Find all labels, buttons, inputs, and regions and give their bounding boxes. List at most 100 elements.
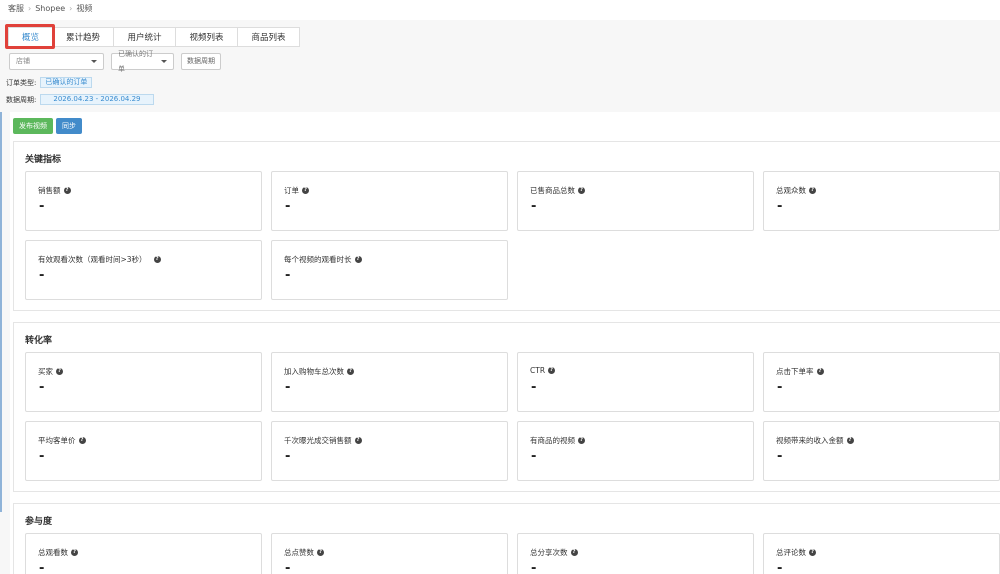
metric-label: 千次曝光成交销售额?: [284, 436, 362, 445]
period-row: 数据周期: 2026.04.23 - 2026.04.29: [6, 94, 154, 105]
metric-card: 有商品的视频? -: [517, 421, 754, 481]
metric-value: -: [777, 199, 783, 214]
help-icon[interactable]: ?: [578, 437, 585, 444]
help-icon[interactable]: ?: [317, 549, 324, 556]
help-icon[interactable]: ?: [548, 367, 556, 374]
breadcrumb-item[interactable]: 客服: [8, 4, 24, 13]
period-tag[interactable]: 2026.04.23 - 2026.04.29: [40, 94, 154, 105]
metric-label: 点击下单率?: [776, 367, 824, 376]
left-border: [0, 112, 2, 512]
breadcrumb: 客服 › Shopee › 视频: [8, 3, 92, 14]
metric-value: -: [531, 380, 537, 395]
section-title: 关键指标: [25, 155, 62, 165]
metric-value: -: [285, 561, 291, 574]
metric-label: 销售额?: [38, 186, 71, 195]
date-range-button[interactable]: 数据周期: [181, 53, 221, 70]
caret-down-icon: [161, 60, 167, 63]
metric-label: 已售商品总数?: [530, 186, 585, 195]
metric-label: 总点赞数?: [284, 548, 324, 557]
metric-label: CTR?: [530, 366, 556, 375]
metric-label: 总分享次数?: [530, 548, 578, 557]
chevron-right-icon: ›: [28, 4, 32, 13]
metric-value: -: [285, 380, 291, 395]
help-icon[interactable]: ?: [63, 187, 71, 194]
metric-value: -: [531, 199, 537, 214]
metric-value: -: [39, 199, 45, 214]
metric-label: 平均客单价?: [38, 436, 86, 445]
metric-card: 已售商品总数? -: [517, 171, 754, 231]
tab-highlight-box: [5, 24, 55, 49]
metric-value: -: [39, 561, 45, 574]
action-bar: 发布视频 同步: [13, 118, 82, 134]
metric-label: 总观众数?: [776, 186, 816, 195]
help-icon[interactable]: ?: [56, 368, 63, 375]
metric-card: 总点赞数? -: [271, 533, 508, 574]
metric-card: 平均客单价? -: [25, 421, 262, 481]
metric-value: -: [39, 380, 45, 395]
metric-value: -: [39, 268, 45, 283]
shop-select-placeholder: 店铺: [16, 57, 30, 65]
help-icon[interactable]: ?: [71, 549, 78, 556]
help-icon[interactable]: ?: [347, 368, 354, 375]
order-type-row: 订单类型: 已确认的订单: [6, 77, 93, 88]
metric-card: 有效观看次数（观看时间>3秒）? -: [25, 240, 262, 300]
chevron-right-icon: ›: [69, 4, 73, 13]
metric-card: 销售额? -: [25, 171, 262, 231]
tab-cumulative-trend[interactable]: 累计趋势: [53, 27, 114, 47]
tab-product-list[interactable]: 商品列表: [238, 27, 300, 47]
help-icon[interactable]: ?: [846, 437, 854, 444]
sync-button[interactable]: 同步: [56, 118, 82, 134]
metric-value: -: [777, 561, 783, 574]
filter-bar: 店铺 已确认的订单 数据周期: [9, 50, 221, 73]
metric-card: 总观看数? -: [25, 533, 262, 574]
help-icon[interactable]: ?: [816, 368, 824, 375]
metric-label: 每个视频的观看时长?: [284, 255, 362, 264]
order-type-tag[interactable]: 已确认的订单: [40, 77, 93, 88]
shop-select[interactable]: 店铺: [9, 53, 104, 70]
metric-card: 总观众数? -: [763, 171, 1000, 231]
breadcrumb-item[interactable]: Shopee: [35, 4, 65, 13]
help-icon[interactable]: ?: [302, 187, 309, 194]
metric-value: -: [777, 380, 783, 395]
help-icon[interactable]: ?: [570, 549, 578, 556]
section-title: 转化率: [25, 336, 53, 346]
metric-label: 总评论数?: [776, 548, 816, 557]
caret-down-icon: [91, 60, 97, 63]
publish-video-button[interactable]: 发布视频: [13, 118, 53, 134]
help-icon[interactable]: ?: [809, 187, 816, 194]
help-icon[interactable]: ?: [78, 437, 86, 444]
order-type-label: 订单类型:: [6, 78, 37, 87]
help-icon[interactable]: ?: [578, 187, 585, 194]
metric-card: 每个视频的观看时长? -: [271, 240, 508, 300]
metric-label: 有商品的视频?: [530, 436, 585, 445]
metric-value: -: [531, 449, 537, 464]
metric-card: 订单? -: [271, 171, 508, 231]
help-icon[interactable]: ?: [809, 549, 816, 556]
breadcrumb-item: 视频: [76, 4, 93, 13]
order-status-select[interactable]: 已确认的订单: [111, 50, 174, 73]
metric-value: -: [777, 449, 783, 464]
help-icon[interactable]: ?: [354, 437, 362, 444]
metric-card: 买家? -: [25, 352, 262, 412]
metric-value: -: [39, 449, 45, 464]
tab-user-stats[interactable]: 用户统计: [114, 27, 176, 47]
order-status-value: 已确认的订单: [118, 49, 153, 73]
metric-value: -: [531, 561, 537, 574]
period-label: 数据周期:: [6, 95, 37, 104]
help-icon[interactable]: ?: [153, 256, 161, 263]
metric-card: CTR? -: [517, 352, 754, 412]
section-title: 参与度: [25, 517, 53, 527]
metric-value: -: [285, 199, 291, 214]
metric-card: 总评论数? -: [763, 533, 1000, 574]
help-icon[interactable]: ?: [354, 256, 362, 263]
metric-label: 视频带来的收入金额?: [776, 436, 854, 445]
metric-label: 买家?: [38, 367, 63, 376]
metric-card: 加入购物车总次数? -: [271, 352, 508, 412]
metric-label: 加入购物车总次数?: [284, 367, 354, 376]
metric-card: 千次曝光成交销售额? -: [271, 421, 508, 481]
metric-label: 订单?: [284, 186, 309, 195]
metric-card: 视频带来的收入金额? -: [763, 421, 1000, 481]
metric-value: -: [285, 268, 291, 283]
tab-video-list[interactable]: 视频列表: [176, 27, 238, 47]
metric-label: 总观看数?: [38, 548, 78, 557]
